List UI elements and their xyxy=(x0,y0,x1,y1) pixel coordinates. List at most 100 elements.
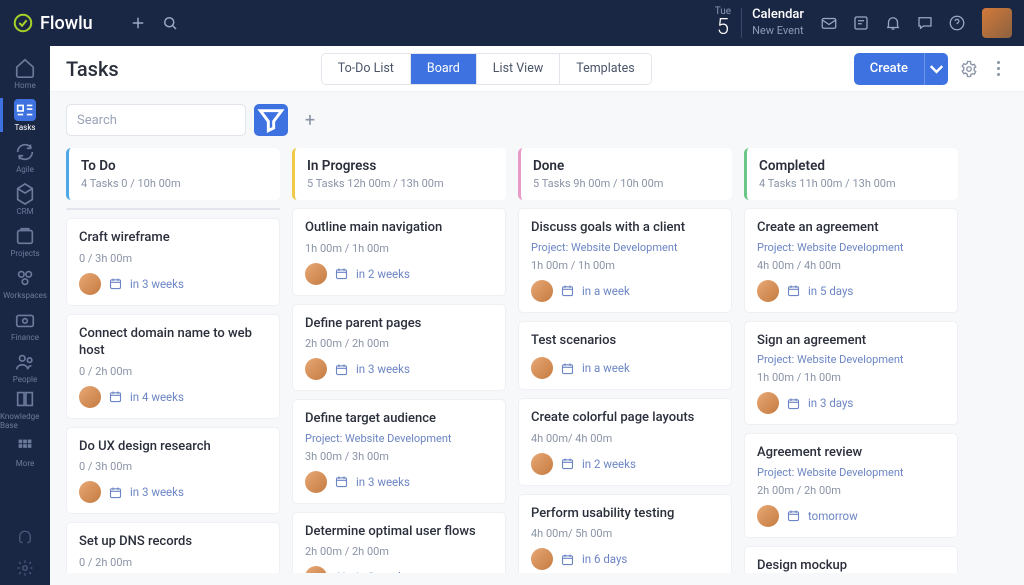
user-avatar[interactable] xyxy=(982,8,1012,38)
card-time: 1h 00m / 1h 00m xyxy=(305,242,493,255)
due-date: in 4 weeks xyxy=(130,390,184,404)
card-title: Define target audience xyxy=(305,410,493,428)
task-card[interactable]: Craft wireframe0 / 3h 00min 3 weeks xyxy=(66,218,280,306)
home-icon xyxy=(14,57,36,79)
left-nav: HomeTasksAgileCRMProjectsWorkspacesFinan… xyxy=(0,46,50,585)
nav-item-people[interactable]: People xyxy=(0,346,50,388)
assignee-avatar[interactable] xyxy=(305,566,327,573)
card-time: 4h 00m/ 5h 00m xyxy=(531,527,719,540)
assignee-avatar[interactable] xyxy=(305,358,327,380)
nav-item-projects[interactable]: Projects xyxy=(0,220,50,262)
add-column-button[interactable]: + xyxy=(296,106,324,134)
task-card[interactable]: Outline main navigation1h 00m / 1h 00min… xyxy=(292,208,506,296)
agile-icon xyxy=(14,141,36,163)
assignee-avatar[interactable] xyxy=(305,471,327,493)
nav-item-tasks[interactable]: Tasks xyxy=(0,94,50,136)
assignee-avatar[interactable] xyxy=(757,392,779,414)
more-icon[interactable] xyxy=(990,60,1008,78)
tab-board[interactable]: Board xyxy=(411,54,477,84)
task-card[interactable]: Discuss goals with a clientProject: Webs… xyxy=(518,208,732,313)
assignee-avatar[interactable] xyxy=(79,386,101,408)
calendar-icon xyxy=(334,570,349,573)
card-project: Project: Website Development xyxy=(757,353,945,366)
create-button[interactable]: Create xyxy=(854,53,948,85)
column-header[interactable]: Done5 Tasks 9h 00m / 10h 00m xyxy=(518,148,732,200)
date-num: 5 xyxy=(715,17,731,39)
card-time: 1h 00m / 1h 00m xyxy=(531,259,719,272)
nav-item-kb[interactable]: Knowledge Base xyxy=(0,388,50,430)
assignee-avatar[interactable] xyxy=(531,280,553,302)
task-card[interactable]: Connect domain name to web host0 / 2h 00… xyxy=(66,314,280,419)
task-card[interactable]: Define parent pages2h 00m / 2h 00min 3 w… xyxy=(292,304,506,392)
assignee-avatar[interactable] xyxy=(531,548,553,570)
support-icon[interactable] xyxy=(16,529,34,547)
assignee-avatar[interactable] xyxy=(757,280,779,302)
assignee-avatar[interactable] xyxy=(79,273,101,295)
nav-item-workspaces[interactable]: Workspaces xyxy=(0,262,50,304)
card-project: Project: Website Development xyxy=(757,241,945,254)
task-card[interactable]: Determine optimal user flows2h 00m / 2h … xyxy=(292,512,506,573)
task-card[interactable]: Test scenariosin a week xyxy=(518,321,732,391)
calendar-icon xyxy=(786,508,801,523)
calendar-icon xyxy=(786,396,801,411)
more-icon xyxy=(14,435,36,457)
nav-item-finance[interactable]: Finance xyxy=(0,304,50,346)
search-input[interactable] xyxy=(66,104,246,136)
main-content: Tasks To-Do ListBoardList ViewTemplates … xyxy=(50,46,1024,585)
settings-icon[interactable] xyxy=(16,559,34,577)
tab-list-view[interactable]: List View xyxy=(477,54,560,84)
nav-item-more[interactable]: More xyxy=(0,430,50,472)
nav-item-crm[interactable]: CRM xyxy=(0,178,50,220)
due-date: in 3 weeks xyxy=(130,277,184,291)
calendar-label: Calendar xyxy=(752,7,804,24)
assignee-avatar[interactable] xyxy=(757,505,779,527)
mail-icon[interactable] xyxy=(820,14,838,32)
calendar-icon xyxy=(108,485,123,500)
due-date: in a week xyxy=(582,284,630,298)
card-project: Project: Website Development xyxy=(757,466,945,479)
card-title: Craft wireframe xyxy=(79,229,267,247)
create-button-label: Create xyxy=(854,53,924,85)
nav-item-agile[interactable]: Agile xyxy=(0,136,50,178)
column-header[interactable]: To Do4 Tasks 0 / 10h 00m xyxy=(66,148,280,200)
card-project: Project: Website Development xyxy=(531,241,719,254)
search-icon[interactable] xyxy=(161,14,179,32)
task-card[interactable]: Do UX design research0 / 3h 00min 3 week… xyxy=(66,427,280,515)
task-card[interactable]: Agreement reviewProject: Website Develop… xyxy=(744,433,958,538)
assignee-avatar[interactable] xyxy=(531,453,553,475)
tab-templates[interactable]: Templates xyxy=(560,54,650,84)
task-card[interactable]: Design mockup4h 00m / 5h 00min 2 days xyxy=(744,546,958,573)
assignee-avatar[interactable] xyxy=(531,357,553,379)
create-dropdown-icon[interactable] xyxy=(924,53,948,85)
task-card[interactable]: Define target audienceProject: Website D… xyxy=(292,399,506,504)
assignee-avatar[interactable] xyxy=(79,481,101,503)
nav-item-home[interactable]: Home xyxy=(0,52,50,94)
bell-icon[interactable] xyxy=(884,14,902,32)
column-header[interactable]: In Progress5 Tasks 12h 00m / 13h 00m xyxy=(292,148,506,200)
task-card[interactable]: Sign an agreementProject: Website Develo… xyxy=(744,321,958,426)
brand-logo[interactable]: Flowlu xyxy=(12,12,93,34)
filter-button[interactable] xyxy=(254,104,288,136)
due-date: in 3 days xyxy=(808,396,853,410)
gear-icon[interactable] xyxy=(960,60,978,78)
column-inprogress: In Progress5 Tasks 12h 00m / 13h 00m Outl… xyxy=(292,148,506,573)
chat-icon[interactable] xyxy=(916,14,934,32)
task-card[interactable]: Perform usability testing4h 00m/ 5h 00mi… xyxy=(518,494,732,573)
date-block[interactable]: Tue 5 Calendar New Event xyxy=(715,7,804,39)
crm-icon xyxy=(14,183,36,205)
tasks-icon xyxy=(14,99,36,121)
card-title: Do UX design research xyxy=(79,438,267,456)
add-icon[interactable] xyxy=(129,14,147,32)
task-card[interactable]: Create an agreementProject: Website Deve… xyxy=(744,208,958,313)
task-card[interactable]: Create colorful page layouts4h 00m/ 4h 0… xyxy=(518,398,732,486)
task-card[interactable]: Set up DNS records0 / 2h 00min 4 weeks xyxy=(66,522,280,573)
new-event-label: New Event xyxy=(752,24,804,38)
column-header[interactable]: Completed4 Tasks 11h 00m / 13h 00m xyxy=(744,148,958,200)
help-icon[interactable] xyxy=(948,14,966,32)
tab-todo-list[interactable]: To-Do List xyxy=(322,54,411,84)
due-date: in 5 days xyxy=(808,284,853,298)
notes-icon[interactable] xyxy=(852,14,870,32)
assignee-avatar[interactable] xyxy=(305,263,327,285)
due-date: in 3 weeks xyxy=(356,362,410,376)
card-time: 0 / 2h 00m xyxy=(79,556,267,569)
